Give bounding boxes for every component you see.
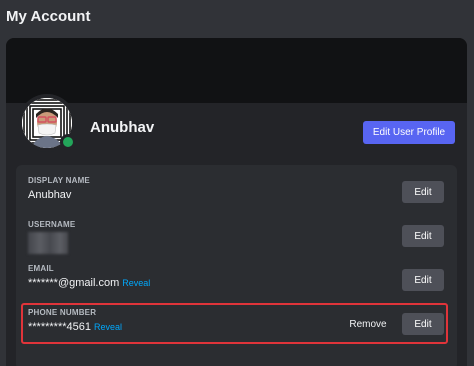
field-label: EMAIL bbox=[28, 264, 54, 273]
email-masked: *******@gmail.com bbox=[28, 277, 120, 289]
remove-phone-button[interactable]: Remove bbox=[343, 313, 393, 335]
field-label: PHONE NUMBER bbox=[28, 308, 97, 317]
profile-name: Anubhav bbox=[90, 119, 155, 136]
field-label: USERNAME bbox=[28, 220, 76, 229]
field-value: Anubhav bbox=[28, 189, 72, 201]
field-phone-number: PHONE NUMBER *********4561 Reveal Remove … bbox=[16, 308, 457, 348]
edit-user-profile-button[interactable]: Edit User Profile bbox=[363, 121, 455, 144]
edit-phone-button[interactable]: Edit bbox=[402, 313, 444, 335]
edit-display-name-button[interactable]: Edit bbox=[402, 181, 444, 203]
field-display-name: DISPLAY NAME Anubhav Edit bbox=[16, 176, 457, 216]
profile-banner bbox=[6, 38, 467, 103]
field-email: EMAIL *******@gmail.com Reveal Edit bbox=[16, 264, 457, 304]
blurred-username bbox=[28, 232, 68, 254]
online-status-indicator bbox=[60, 134, 76, 150]
reveal-email-link[interactable]: Reveal bbox=[122, 278, 150, 288]
reveal-phone-link[interactable]: Reveal bbox=[94, 322, 122, 332]
edit-username-button[interactable]: Edit bbox=[402, 225, 444, 247]
page-title: My Account bbox=[6, 8, 91, 25]
field-value: *******@gmail.com Reveal bbox=[28, 277, 150, 289]
field-value: *********4561 Reveal bbox=[28, 321, 122, 333]
account-card: Anubhav Edit User Profile DISPLAY NAME A… bbox=[6, 38, 467, 366]
account-fields: DISPLAY NAME Anubhav Edit USERNAME Edit … bbox=[16, 165, 457, 366]
phone-masked: *********4561 bbox=[28, 321, 91, 333]
edit-email-button[interactable]: Edit bbox=[402, 269, 444, 291]
field-username: USERNAME Edit bbox=[16, 220, 457, 260]
field-label: DISPLAY NAME bbox=[28, 176, 90, 185]
